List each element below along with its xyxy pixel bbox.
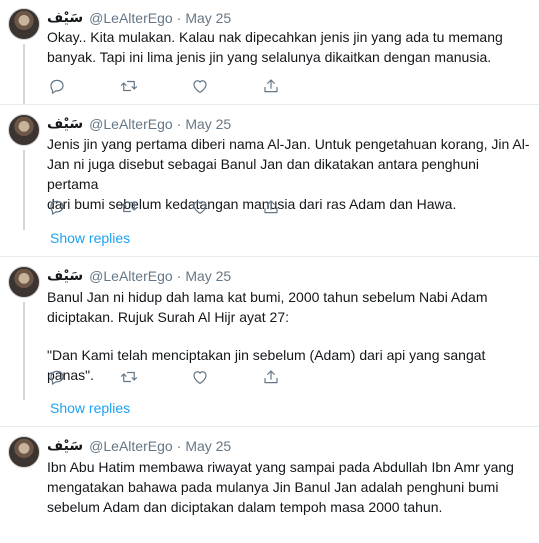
avatar[interactable]	[8, 266, 40, 298]
like-button[interactable]	[190, 197, 210, 217]
display-name[interactable]: ﺳَﯿْﻒ	[47, 116, 83, 132]
tweet-header: ﺳَﯿْﻒ @LeAlterEgo · May 25	[47, 267, 231, 285]
share-icon	[264, 79, 278, 93]
retweet-button[interactable]	[119, 76, 139, 96]
tweet-text-line: sebelum Adam dan diciptakan dalam tempoh…	[47, 499, 443, 515]
like-icon	[193, 201, 207, 214]
tweet-header: ﺳَﯿْﻒ @LeAlterEgo · May 25	[47, 9, 231, 27]
tweet-actions	[47, 367, 297, 387]
retweet-button[interactable]	[119, 367, 139, 387]
reply-icon	[50, 200, 64, 215]
tweet-text-line: diciptakan. Rujuk Surah Al Hijr ayat 27:	[47, 309, 290, 325]
tweet-date[interactable]: May 25	[185, 268, 231, 284]
avatar[interactable]	[8, 114, 40, 146]
share-button[interactable]	[261, 367, 281, 387]
retweet-button[interactable]	[119, 197, 139, 217]
tweet-text-line: Okay.. Kita mulakan. Kalau nak dipecahka…	[47, 29, 503, 45]
tweet-date[interactable]: May 25	[185, 10, 231, 26]
separator-dot: ·	[176, 116, 182, 132]
thread-line	[23, 150, 25, 230]
tweet-header: ﺳَﯿْﻒ @LeAlterEgo · May 25	[47, 115, 231, 133]
avatar[interactable]	[8, 436, 40, 468]
avatar[interactable]	[8, 8, 40, 40]
tweet-text-line: Jenis jin yang pertama diberi nama Al-Ja…	[47, 136, 530, 152]
tweet-divider	[0, 426, 539, 427]
show-replies-link[interactable]: Show replies	[50, 230, 130, 246]
reply-button[interactable]	[47, 367, 67, 387]
reply-button[interactable]	[47, 197, 67, 217]
tweet-text-line: mengatakan bahawa pada mulanya Jin Banul…	[47, 479, 499, 495]
reply-button[interactable]	[47, 76, 67, 96]
user-handle[interactable]: @LeAlterEgo	[89, 438, 172, 454]
share-icon	[264, 370, 278, 384]
tweet-divider	[0, 104, 539, 105]
thread-line	[23, 302, 25, 400]
tweet-text-line: Banul Jan ni hidup dah lama kat bumi, 20…	[47, 289, 488, 305]
like-button[interactable]	[190, 367, 210, 387]
retweet-icon	[120, 80, 138, 92]
tweet-text-line: Jan ni juga disebut sebagai Banul Jan da…	[47, 156, 479, 192]
tweet-date[interactable]: May 25	[185, 438, 231, 454]
user-handle[interactable]: @LeAlterEgo	[89, 268, 172, 284]
share-button[interactable]	[261, 76, 281, 96]
tweet-text-line: banyak. Tapi ini lima jenis jin yang sel…	[47, 49, 492, 65]
show-replies-link[interactable]: Show replies	[50, 400, 130, 416]
share-icon	[264, 200, 278, 214]
thread-line	[23, 44, 25, 104]
tweet-text-line	[47, 327, 531, 345]
tweet-date[interactable]: May 25	[185, 116, 231, 132]
retweet-icon	[120, 371, 138, 383]
like-icon	[193, 80, 207, 93]
like-icon	[193, 371, 207, 384]
user-handle[interactable]: @LeAlterEgo	[89, 116, 172, 132]
display-name[interactable]: ﺳَﯿْﻒ	[47, 438, 83, 454]
reply-icon	[50, 370, 64, 385]
user-handle[interactable]: @LeAlterEgo	[89, 10, 172, 26]
share-button[interactable]	[261, 197, 281, 217]
tweet-divider	[0, 256, 539, 257]
separator-dot: ·	[176, 268, 182, 284]
tweet-actions	[47, 76, 297, 96]
tweet-actions	[47, 197, 297, 217]
tweet-text-line: Ibn Abu Hatim membawa riwayat yang sampa…	[47, 459, 514, 475]
like-button[interactable]	[190, 76, 210, 96]
tweet-header: ﺳَﯿْﻒ @LeAlterEgo · May 25	[47, 437, 231, 455]
display-name[interactable]: ﺳَﯿْﻒ	[47, 10, 83, 26]
separator-dot: ·	[176, 10, 182, 26]
separator-dot: ·	[176, 438, 182, 454]
tweet-text: Okay.. Kita mulakan. Kalau nak dipecahka…	[47, 27, 531, 67]
tweet-text: Ibn Abu Hatim membawa riwayat yang sampa…	[47, 457, 531, 517]
reply-icon	[50, 79, 64, 94]
retweet-icon	[120, 201, 138, 213]
display-name[interactable]: ﺳَﯿْﻒ	[47, 268, 83, 284]
